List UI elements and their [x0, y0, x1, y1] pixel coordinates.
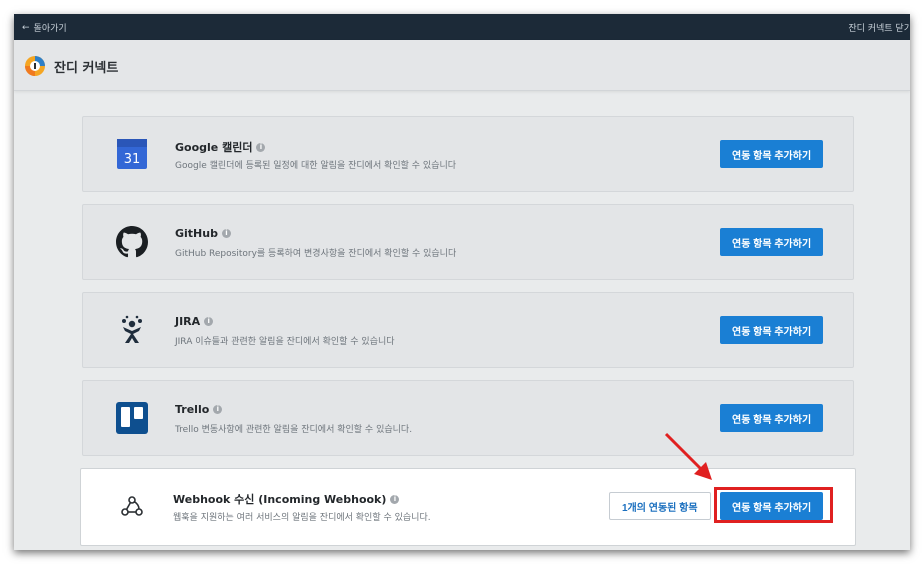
card-description: GitHub Repository를 등록하여 변경사항을 잔디에서 확인할 수…: [175, 249, 457, 259]
trello-icon: [115, 401, 149, 435]
integration-card-jira: JIRA i JIRA 이슈들과 관련한 알림을 잔디에서 확인할 수 있습니다…: [82, 292, 854, 368]
page-title: 잔디 커넥트: [54, 61, 119, 76]
card-title-text: JIRA: [175, 315, 201, 328]
annotation-highlight-box: [714, 487, 833, 523]
back-label: 돌아가기: [33, 24, 67, 34]
add-integration-button[interactable]: 연동 항목 추가하기: [720, 228, 824, 256]
github-icon: [115, 225, 149, 259]
integration-card-trello: Trello i Trello 변동사항에 관련한 알림을 잔디에서 확인할 수…: [82, 380, 854, 456]
info-icon[interactable]: i: [256, 142, 266, 152]
back-link[interactable]: ← 돌아가기: [22, 21, 67, 35]
arrow-left-icon: ←: [22, 22, 30, 33]
card-title-text: Trello: [175, 403, 210, 416]
page-header: 잔디 커넥트: [14, 40, 910, 91]
card-description: 웹훅을 지원하는 여러 서비스의 알림을 잔디에서 확인할 수 있습니다.: [173, 513, 431, 523]
card-description: Trello 변동사항에 관련한 알림을 잔디에서 확인할 수 있습니다.: [175, 425, 413, 435]
top-bar: ← 돌아가기 잔디 커넥트 닫기: [14, 14, 910, 40]
linked-items-button[interactable]: 1개의 연동된 항목: [609, 492, 711, 520]
info-icon[interactable]: i: [390, 494, 400, 504]
integration-card-github: GitHub i GitHub Repository를 등록하여 변경사항을 잔…: [82, 204, 854, 280]
calendar-date-text: 31: [124, 152, 141, 167]
integration-card-google-calendar: 31 Google 캘린더 i Google 캘린더에 등록된 일정에 대한 알…: [82, 116, 854, 192]
card-title-text: Webhook 수신 (Incoming Webhook): [173, 493, 387, 506]
add-integration-button[interactable]: 연동 항목 추가하기: [720, 404, 824, 432]
card-title-text: GitHub: [175, 227, 218, 240]
close-connect-link[interactable]: 잔디 커넥트 닫기: [848, 21, 910, 34]
info-icon[interactable]: i: [213, 405, 223, 414]
card-title: Webhook 수신 (Incoming Webhook) i: [173, 491, 400, 507]
card-title-text: Google 캘린더: [175, 141, 253, 154]
card-description: JIRA 이슈들과 관련한 알림을 잔디에서 확인할 수 있습니다: [175, 337, 395, 347]
info-icon[interactable]: i: [221, 229, 231, 238]
card-title: GitHub i: [175, 227, 231, 240]
card-title: Trello i: [175, 403, 223, 416]
card-title: JIRA i: [175, 315, 214, 328]
jira-icon: [115, 313, 149, 347]
jandi-connect-window: ← 돌아가기 잔디 커넥트 닫기 잔디 커넥트 31 Google 캘린더 i …: [14, 14, 910, 550]
add-integration-button[interactable]: 연동 항목 추가하기: [720, 140, 824, 168]
add-integration-button[interactable]: 연동 항목 추가하기: [720, 316, 824, 344]
jandi-logo-icon: [25, 56, 45, 76]
info-icon[interactable]: i: [204, 317, 214, 326]
annotation-arrow: [664, 432, 712, 480]
card-title: Google 캘린더 i: [175, 139, 266, 155]
webhook-icon: [115, 489, 149, 523]
card-description: Google 캘린더에 등록된 일정에 대한 알림을 잔디에서 확인할 수 있습…: [175, 161, 457, 171]
google-calendar-icon: 31: [115, 137, 149, 171]
